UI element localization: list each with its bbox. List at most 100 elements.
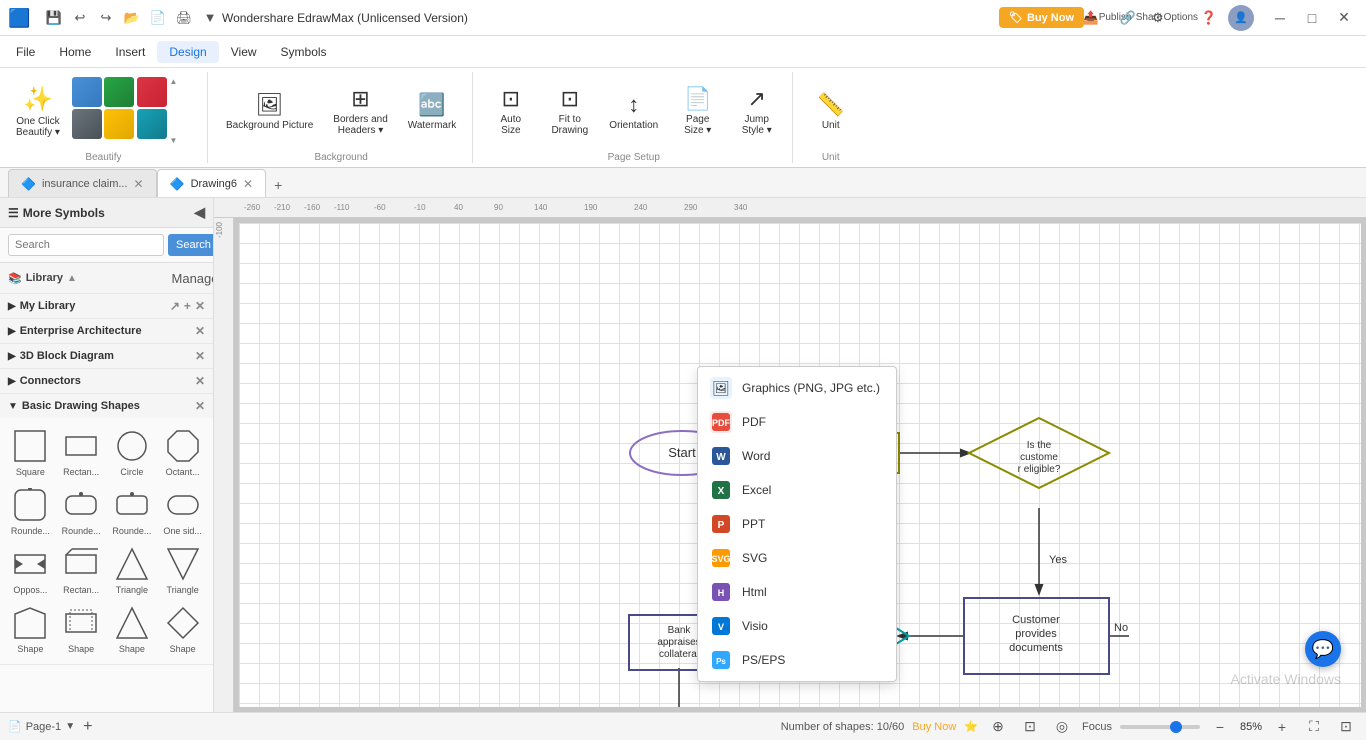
new-btn[interactable]: 📄 bbox=[146, 6, 170, 30]
shape-rectangle[interactable]: Rectan... bbox=[57, 424, 106, 481]
save-btn[interactable]: 💾 bbox=[42, 6, 66, 30]
close-3d-block[interactable]: ✕ bbox=[195, 349, 205, 363]
library-label: Library bbox=[26, 272, 63, 284]
shape-square[interactable]: Square bbox=[6, 424, 55, 481]
page-size-btn[interactable]: 📄 PageSize ▾ bbox=[670, 76, 725, 146]
close-icon-my-library[interactable]: ✕ bbox=[195, 299, 205, 313]
shape-rounded-2[interactable]: Rounde... bbox=[57, 483, 106, 540]
export-ps[interactable]: Ps PS/EPS bbox=[698, 643, 896, 677]
panel-collapse-btn[interactable]: ◀ bbox=[194, 204, 205, 221]
shape-triangle-2[interactable]: Triangle bbox=[158, 542, 207, 599]
options-btn[interactable]: ⚙ Options bbox=[1160, 4, 1190, 32]
orientation-btn[interactable]: ↕ Orientation bbox=[601, 76, 666, 146]
menu-symbols[interactable]: Symbols bbox=[269, 41, 339, 63]
tab-insurance[interactable]: 🔷 insurance claim... ✕ bbox=[8, 169, 157, 197]
category-header-basic-shapes[interactable]: ▼ Basic Drawing Shapes ✕ bbox=[0, 394, 213, 418]
layers-btn[interactable]: ⊕ bbox=[986, 715, 1010, 739]
category-header-enterprise[interactable]: ▶ Enterprise Architecture ✕ bbox=[0, 319, 213, 343]
menu-design[interactable]: Design bbox=[157, 41, 218, 63]
search-input[interactable] bbox=[8, 234, 164, 256]
buy-now-button[interactable]: 🏷 Buy Now bbox=[999, 7, 1084, 28]
fit-btn[interactable]: ⊡ bbox=[1018, 715, 1042, 739]
shape-rectangle2[interactable]: Rectan... bbox=[57, 542, 106, 599]
jump-style-btn[interactable]: ↗ JumpStyle ▾ bbox=[729, 76, 784, 146]
background-picture-btn[interactable]: 🖼 Background Picture bbox=[218, 76, 321, 146]
visio-label: Visio bbox=[742, 619, 768, 633]
export-word[interactable]: W Word bbox=[698, 439, 896, 473]
help-btn[interactable]: ❓ bbox=[1194, 4, 1224, 32]
watermark-btn[interactable]: 🔤 Watermark bbox=[400, 76, 465, 146]
tab-close-1[interactable]: ✕ bbox=[134, 177, 144, 191]
publish-btn[interactable]: 📤 Publish bbox=[1092, 4, 1122, 32]
shape-misc-2[interactable]: Shape bbox=[57, 601, 106, 658]
manage-link[interactable]: Manage bbox=[185, 268, 205, 288]
export-icon[interactable]: ↗ bbox=[170, 299, 180, 313]
menu-home[interactable]: Home bbox=[47, 41, 103, 63]
category-header-my-library[interactable]: ▶ My Library ↗ + ✕ bbox=[0, 294, 213, 318]
page-fit-btn[interactable]: ⊡ bbox=[1334, 715, 1358, 739]
shape-one-sided[interactable]: One sid... bbox=[158, 483, 207, 540]
theme-btn-6[interactable] bbox=[137, 109, 167, 139]
close-btn[interactable]: ✕ bbox=[1330, 4, 1358, 32]
shape-m1-label: Shape bbox=[8, 644, 53, 654]
borders-headers-btn[interactable]: ⊞ Borders andHeaders ▾ bbox=[325, 76, 395, 146]
close-connectors[interactable]: ✕ bbox=[195, 374, 205, 388]
minimize-btn[interactable]: ─ bbox=[1266, 4, 1294, 32]
maximize-btn[interactable]: □ bbox=[1298, 4, 1326, 32]
search-button[interactable]: Search bbox=[168, 234, 214, 256]
redo-btn[interactable]: ↪ bbox=[94, 6, 118, 30]
shape-misc-1[interactable]: Shape bbox=[6, 601, 55, 658]
export-excel[interactable]: X Excel bbox=[698, 473, 896, 507]
shape-octagon[interactable]: Octant... bbox=[158, 424, 207, 481]
shape-misc-3[interactable]: Shape bbox=[108, 601, 157, 658]
unit-btn[interactable]: 📏 Unit bbox=[803, 76, 858, 146]
add-page-btn[interactable]: + bbox=[83, 718, 92, 736]
tab-close-2[interactable]: ✕ bbox=[243, 177, 253, 191]
export-graphics[interactable]: 🖼 Graphics (PNG, JPG etc.) bbox=[698, 371, 896, 405]
buy-now-status[interactable]: Buy Now bbox=[912, 721, 956, 733]
theme-btn-2[interactable] bbox=[72, 109, 102, 139]
category-header-3d-block[interactable]: ▶ 3D Block Diagram ✕ bbox=[0, 344, 213, 368]
export-svg[interactable]: SVG SVG bbox=[698, 541, 896, 575]
shape-opposite[interactable]: Oppos... bbox=[6, 542, 55, 599]
export-visio[interactable]: V Visio bbox=[698, 609, 896, 643]
category-header-connectors[interactable]: ▶ Connectors ✕ bbox=[0, 369, 213, 393]
theme-btn-3[interactable] bbox=[104, 77, 134, 107]
export-html[interactable]: H Html bbox=[698, 575, 896, 609]
zoom-in-btn[interactable]: + bbox=[1270, 715, 1294, 739]
export-ppt[interactable]: P PPT bbox=[698, 507, 896, 541]
chat-bubble[interactable]: 💬 bbox=[1305, 631, 1341, 667]
new-tab-btn[interactable]: + bbox=[266, 173, 290, 197]
page-indicator[interactable]: 📄 Page-1 ▼ bbox=[8, 720, 75, 733]
fit-to-drawing-btn[interactable]: ⊡ Fit toDrawing bbox=[542, 76, 597, 146]
focus-btn[interactable]: ◎ bbox=[1050, 715, 1074, 739]
add-icon[interactable]: + bbox=[184, 299, 191, 313]
export-pdf[interactable]: PDF PDF bbox=[698, 405, 896, 439]
shape-triangle-1[interactable]: Triangle bbox=[108, 542, 157, 599]
scroll-arrows[interactable]: ▲ ▼ bbox=[169, 77, 181, 145]
print-btn[interactable]: 🖨 bbox=[172, 6, 196, 30]
menu-file[interactable]: File bbox=[4, 41, 47, 63]
zoom-slider[interactable] bbox=[1120, 725, 1200, 729]
one-click-beautify-btn[interactable]: ✨ One ClickBeautify ▾ bbox=[8, 76, 68, 146]
shape-rounded-1[interactable]: Rounde... bbox=[6, 483, 55, 540]
qa-dropdown[interactable]: ▼ bbox=[198, 6, 222, 30]
undo-btn[interactable]: ↩ bbox=[68, 6, 92, 30]
tab-drawing6[interactable]: 🔷 Drawing6 ✕ bbox=[157, 169, 266, 197]
shape-misc-4[interactable]: Shape bbox=[158, 601, 207, 658]
close-basic-shapes[interactable]: ✕ bbox=[195, 399, 205, 413]
fullscreen-btn[interactable]: ⛶ bbox=[1302, 715, 1326, 739]
shape-circle[interactable]: Circle bbox=[108, 424, 157, 481]
menu-view[interactable]: View bbox=[219, 41, 269, 63]
auto-size-btn[interactable]: ⊡ AutoSize bbox=[483, 76, 538, 146]
theme-btn-5[interactable] bbox=[137, 77, 167, 107]
menu-insert[interactable]: Insert bbox=[103, 41, 157, 63]
theme-btn-1[interactable] bbox=[72, 77, 102, 107]
zoom-out-btn[interactable]: − bbox=[1208, 715, 1232, 739]
close-enterprise[interactable]: ✕ bbox=[195, 324, 205, 338]
borders-headers-label: Borders andHeaders ▾ bbox=[333, 114, 387, 136]
open-btn[interactable]: 📂 bbox=[120, 6, 144, 30]
theme-btn-4[interactable] bbox=[104, 109, 134, 139]
shape-rounded-3[interactable]: Rounde... bbox=[108, 483, 157, 540]
status-bar: 📄 Page-1 ▼ + Number of shapes: 10/60 Buy… bbox=[0, 712, 1366, 740]
